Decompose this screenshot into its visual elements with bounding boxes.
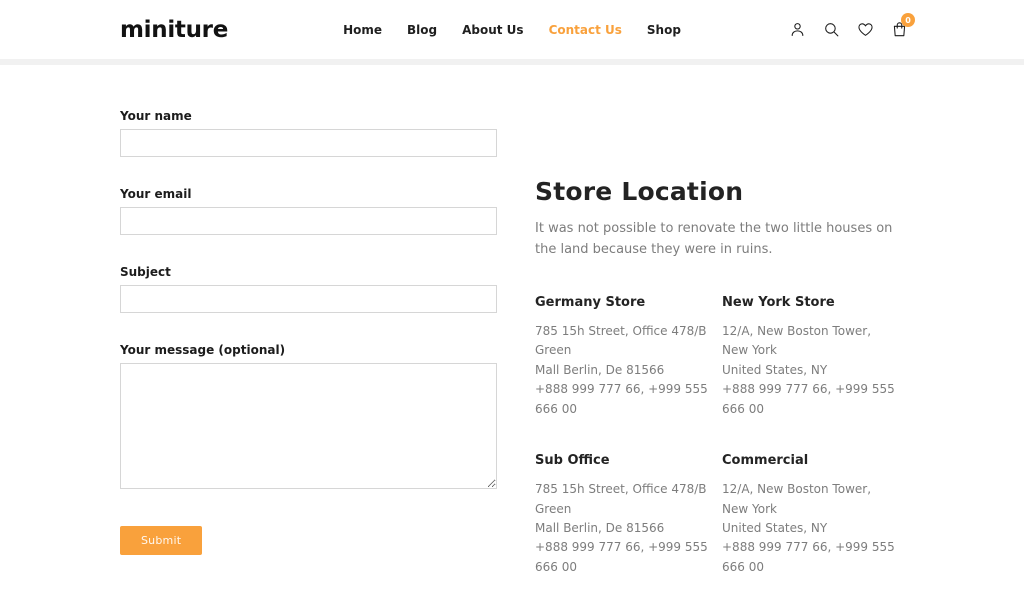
email-input[interactable] <box>120 207 497 235</box>
submit-button[interactable]: Submit <box>120 526 202 555</box>
store-locations-grid: Germany Store 785 15h Street, Office 478… <box>535 295 912 577</box>
location-address-line1: 785 15h Street, Office 478/B Green <box>535 480 722 519</box>
main-content: Your name Your email Subject Your messag… <box>0 65 1024 577</box>
logo[interactable]: miniture <box>120 17 228 43</box>
location-phone: +888 999 777 66, +999 555 666 00 <box>722 380 909 419</box>
location-germany-store: Germany Store 785 15h Street, Office 478… <box>535 295 722 419</box>
location-address-line1: 12/A, New Boston Tower, New York <box>722 480 909 519</box>
email-label: Your email <box>120 187 497 201</box>
cart-count-badge: 0 <box>901 13 915 27</box>
location-address-line1: 12/A, New Boston Tower, New York <box>722 322 909 361</box>
subject-label: Subject <box>120 265 497 279</box>
location-new-york-store: New York Store 12/A, New Boston Tower, N… <box>722 295 909 419</box>
account-icon[interactable] <box>785 17 810 42</box>
nav-about-us[interactable]: About Us <box>462 23 523 37</box>
store-location-section: Store Location It was not possible to re… <box>535 177 912 577</box>
location-name: Sub Office <box>535 453 722 468</box>
location-address-line1: 785 15h Street, Office 478/B Green <box>535 322 722 361</box>
name-field-group: Your name <box>120 109 497 157</box>
search-icon[interactable] <box>819 17 844 42</box>
location-sub-office: Sub Office 785 15h Street, Office 478/B … <box>535 453 722 577</box>
contact-form: Your name Your email Subject Your messag… <box>120 109 497 555</box>
subject-input[interactable] <box>120 285 497 313</box>
nav-home[interactable]: Home <box>343 23 382 37</box>
nav-contact-us[interactable]: Contact Us <box>549 23 622 37</box>
subject-field-group: Subject <box>120 265 497 313</box>
cart-bag-icon[interactable]: 0 <box>887 17 912 42</box>
location-address-line2: Mall Berlin, De 81566 <box>535 361 722 380</box>
main-nav: Home Blog About Us Contact Us Shop <box>343 0 681 59</box>
email-field-group: Your email <box>120 187 497 235</box>
nav-blog[interactable]: Blog <box>407 23 437 37</box>
location-name: Germany Store <box>535 295 722 310</box>
nav-shop[interactable]: Shop <box>647 23 681 37</box>
store-location-title: Store Location <box>535 177 912 206</box>
location-address-line2: United States, NY <box>722 519 909 538</box>
header: miniture Home Blog About Us Contact Us S… <box>0 0 1024 59</box>
name-input[interactable] <box>120 129 497 157</box>
message-textarea[interactable] <box>120 363 497 489</box>
wishlist-heart-icon[interactable] <box>853 17 878 42</box>
location-phone: +888 999 777 66, +999 555 666 00 <box>535 380 722 419</box>
location-phone: +888 999 777 66, +999 555 666 00 <box>535 538 722 577</box>
location-commercial: Commercial 12/A, New Boston Tower, New Y… <box>722 453 909 577</box>
message-label: Your message (optional) <box>120 343 497 357</box>
location-phone: +888 999 777 66, +999 555 666 00 <box>722 538 909 577</box>
header-icons: 0 <box>785 17 912 42</box>
message-field-group: Your message (optional) <box>120 343 497 493</box>
location-address-line2: Mall Berlin, De 81566 <box>535 519 722 538</box>
location-name: Commercial <box>722 453 909 468</box>
location-name: New York Store <box>722 295 909 310</box>
store-location-description: It was not possible to renovate the two … <box>535 218 909 261</box>
location-address-line2: United States, NY <box>722 361 909 380</box>
name-label: Your name <box>120 109 497 123</box>
